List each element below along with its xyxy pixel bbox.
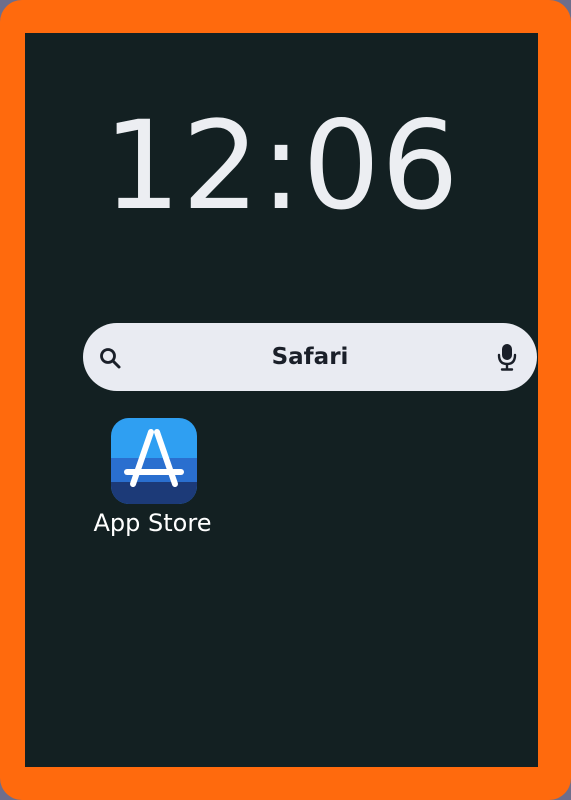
clock: 12:06 [103, 95, 460, 237]
search-query[interactable]: Safari [83, 323, 537, 391]
app-label[interactable]: App Store [75, 509, 230, 537]
home-screen: 12:06 Safari App Store [25, 33, 538, 767]
search-bar[interactable]: Safari [83, 323, 537, 391]
app-store-icon[interactable] [111, 418, 197, 504]
device-frame: 12:06 Safari App Store [0, 0, 571, 800]
microphone-icon[interactable] [495, 342, 519, 372]
